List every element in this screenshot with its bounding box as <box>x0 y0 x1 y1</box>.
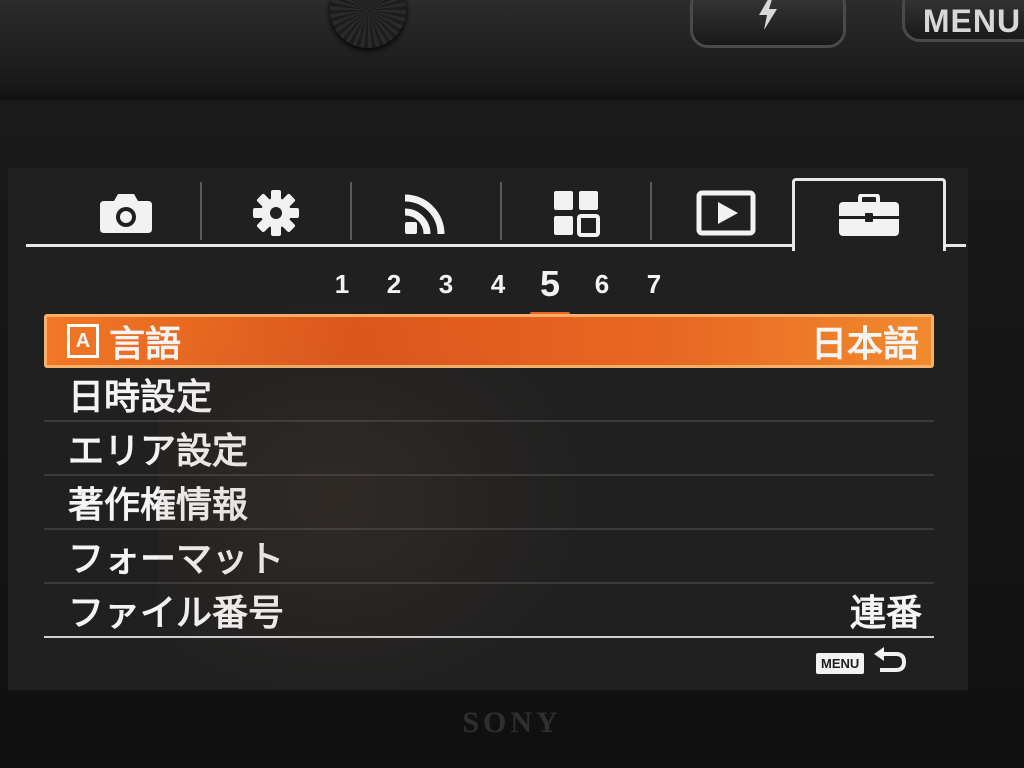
page-number[interactable]: 2 <box>368 264 420 310</box>
menu-item-value: 連番 <box>849 593 922 634</box>
menu-item-format[interactable]: フォーマット <box>44 530 934 584</box>
tab-shooting[interactable] <box>52 180 200 246</box>
page-number[interactable]: 6 <box>576 264 628 310</box>
menu-item-area-setting[interactable]: エリア設定 <box>44 422 934 476</box>
lcd-screen: 1 2 3 4 5 6 7 A 言語 日本語 日時設定 エリア設定 著作権情報 … <box>8 168 968 690</box>
menu-item-date-time[interactable]: 日時設定 <box>44 368 934 422</box>
page-number[interactable]: 1 <box>316 264 368 310</box>
page-number[interactable]: 7 <box>628 264 680 310</box>
gear-icon <box>251 188 301 238</box>
menu-item-label: 日時設定 <box>68 377 213 418</box>
wireless-icon <box>401 188 451 238</box>
page-number[interactable]: 4 <box>472 264 524 310</box>
page-indicator: 1 2 3 4 5 6 7 <box>316 264 680 316</box>
camera-top-panel: MENU <box>0 0 1024 110</box>
flash-button[interactable] <box>690 0 846 48</box>
return-arrow-icon <box>872 646 908 680</box>
page-number[interactable]: 3 <box>420 264 472 310</box>
menu-item-label: ファイル番号 <box>68 593 285 634</box>
menu-item-label: フォーマット <box>68 539 285 580</box>
toolbox-icon <box>838 194 900 238</box>
menu-item-language[interactable]: A 言語 日本語 <box>44 314 934 368</box>
brand-logo: SONY <box>462 706 562 739</box>
menu-hardware-button[interactable]: MENU <box>902 0 1024 42</box>
menu-item-label: 言語 <box>109 324 182 365</box>
menu-item-label: 著作権情報 <box>68 485 249 526</box>
tab-playback[interactable] <box>652 180 800 246</box>
menu-item-value: 日本語 <box>810 324 919 365</box>
application-grid-icon <box>552 189 600 237</box>
menu-item-label: エリア設定 <box>68 431 249 472</box>
tab-wireless[interactable] <box>352 180 500 246</box>
back-hint[interactable]: MENU <box>816 646 908 680</box>
menu-hardware-label: MENU <box>922 2 1022 39</box>
menu-chip: MENU <box>816 652 865 674</box>
page-number-current[interactable]: 5 <box>524 264 576 316</box>
tab-setup[interactable] <box>792 178 946 251</box>
camera-icon <box>98 191 154 235</box>
control-dial[interactable] <box>330 0 406 48</box>
menu-list: A 言語 日本語 日時設定 エリア設定 著作権情報 フォーマット ファイル番号 … <box>44 314 934 638</box>
menu-item-file-number[interactable]: ファイル番号 連番 <box>44 584 934 638</box>
language-icon: A <box>67 324 99 358</box>
tab-custom-settings[interactable] <box>202 180 350 246</box>
menu-item-copyright[interactable]: 著作権情報 <box>44 476 934 530</box>
menu-tab-bar <box>16 168 968 251</box>
flash-icon <box>757 0 779 38</box>
tab-applications[interactable] <box>502 180 650 246</box>
playback-icon <box>696 190 756 236</box>
